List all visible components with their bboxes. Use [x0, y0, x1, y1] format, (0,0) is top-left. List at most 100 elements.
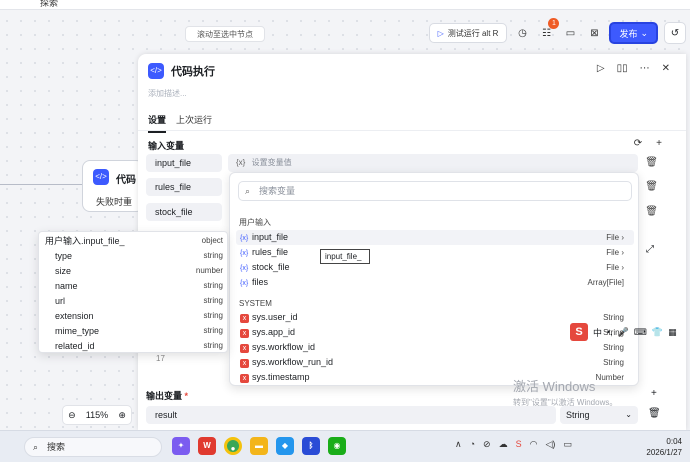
- variable-search-input[interactable]: ⌕ 搜索变量: [238, 181, 632, 201]
- checklist-icon[interactable]: ☷ 1: [537, 18, 560, 42]
- trash-icon[interactable]: 🗑: [648, 408, 661, 419]
- run-node-icon[interactable]: ▷: [597, 63, 605, 74]
- field-type: object: [201, 236, 223, 245]
- output-type-select[interactable]: String ⌄: [560, 406, 638, 424]
- sys-var-option[interactable]: x sys.workflow_id String: [236, 340, 634, 355]
- description-field[interactable]: 添加描述...: [148, 88, 187, 99]
- var-option-name: sys.app_id: [252, 327, 296, 337]
- wechat-icon[interactable]: ◉: [328, 437, 346, 455]
- field-type: string: [203, 311, 223, 320]
- zoom-in-icon[interactable]: ⊕: [118, 410, 126, 421]
- field-type: string: [203, 341, 223, 350]
- var-option-type: String: [603, 358, 624, 367]
- var-option-name: sys.workflow_run_id: [252, 357, 334, 367]
- wps-icon[interactable]: W: [198, 437, 216, 455]
- hover-tooltip: input_file_: [320, 249, 370, 264]
- docker-icon[interactable]: ◆: [276, 437, 294, 455]
- variable-icon: {x}: [240, 265, 249, 272]
- object-structure-popup: 用户输入.input_file_ object type string size nu…: [38, 231, 228, 353]
- mic-icon[interactable]: 🎤: [618, 327, 629, 338]
- tab-explore[interactable]: 探索: [40, 0, 58, 9]
- network-activity-icon[interactable]: ◔: [470, 439, 475, 450]
- var-option[interactable]: {x} files Array[File]: [236, 275, 634, 290]
- value-placeholder: 设置变量值: [251, 158, 292, 167]
- field-name: size: [55, 266, 72, 276]
- volume-icon[interactable]: ◁): [545, 439, 555, 450]
- more-icon[interactable]: ⋯: [640, 63, 650, 74]
- trash-icon[interactable]: 🗑: [645, 206, 658, 217]
- output-var-name[interactable]: result: [146, 406, 556, 424]
- punctuation-icon[interactable]: •,: [607, 327, 613, 337]
- top-tab-bar: 探索: [0, 0, 690, 10]
- tray-chevron-icon[interactable]: ∧: [455, 439, 462, 450]
- field-name: mime_type: [55, 326, 100, 336]
- taskbar-search[interactable]: ⌕ 搜索: [24, 437, 162, 457]
- system-variable-icon: x: [240, 344, 249, 353]
- sync-icon[interactable]: ⟳: [634, 138, 642, 149]
- var-option-name: sys.timestamp: [252, 372, 310, 382]
- field-name: 用户输入.input_file_: [45, 236, 125, 246]
- tabs-divider: [138, 130, 686, 131]
- var-option-type: Array[File]: [587, 278, 624, 287]
- var-option[interactable]: {x} input_file File ›: [236, 230, 634, 245]
- play-icon: ▷: [437, 28, 444, 38]
- input-var-name[interactable]: stock_file: [146, 203, 222, 221]
- skin-icon[interactable]: 👕: [652, 327, 663, 338]
- close-icon[interactable]: ✕: [662, 63, 670, 74]
- expand-icon[interactable]: ⤢: [646, 244, 654, 255]
- zoom-level[interactable]: 115%: [86, 410, 108, 420]
- code-icon: </>: [93, 169, 109, 185]
- system-variable-icon: x: [240, 314, 249, 323]
- output-type-value: String: [566, 410, 590, 420]
- toolbox-icon[interactable]: ▦: [668, 327, 677, 338]
- search-placeholder: 搜索变量: [259, 186, 296, 196]
- object-field-row: extension string: [45, 309, 223, 323]
- trash-icon[interactable]: 🗑: [645, 181, 658, 192]
- object-field-row: type string: [45, 249, 223, 263]
- variable-icon: {x}: [240, 280, 249, 287]
- scroll-to-selected-button[interactable]: 滚动至选中节点: [185, 26, 265, 42]
- input-var-name[interactable]: rules_file: [146, 178, 222, 196]
- code-node-card[interactable]: </> 代码 失败时重: [82, 160, 144, 212]
- help-book-icon[interactable]: ▯▯: [617, 63, 628, 74]
- bluetooth-tool-icon[interactable]: ᛒ: [302, 437, 320, 455]
- version-history-icon[interactable]: ↺: [664, 22, 686, 44]
- no-disturb-icon[interactable]: ⊘: [483, 439, 491, 450]
- panel-title[interactable]: 代码执行: [171, 63, 215, 79]
- conversation-variables-icon[interactable]: ⊠: [585, 24, 603, 42]
- cloud-icon[interactable]: ☁: [499, 439, 508, 450]
- field-name: related_id: [55, 341, 95, 351]
- zoom-out-icon[interactable]: ⊖: [68, 410, 76, 421]
- copilot-icon[interactable]: ✦: [172, 437, 190, 455]
- sys-var-option[interactable]: x sys.workflow_run_id String: [236, 355, 634, 370]
- windows-activation-watermark: 激活 Windows 转到"设置"以激活 Windows。: [513, 376, 617, 408]
- var-option-name: sys.workflow_id: [252, 342, 316, 352]
- trash-icon[interactable]: 🗑: [645, 157, 658, 168]
- wifi-icon[interactable]: ◠: [530, 439, 538, 450]
- add-output-icon[interactable]: +: [651, 388, 657, 399]
- var-option[interactable]: {x} stock_file File ›: [236, 260, 634, 275]
- clock-date: 2026/1/27: [646, 448, 682, 457]
- var-option-name: files: [252, 277, 269, 287]
- add-input-icon[interactable]: +: [656, 138, 662, 149]
- search-icon: ⌕: [33, 442, 39, 452]
- test-run-button[interactable]: ▷ 测试运行 alt R: [428, 23, 508, 43]
- var-option-name: stock_file: [252, 262, 290, 272]
- publish-button[interactable]: 发布 ⌄: [609, 22, 658, 44]
- var-option[interactable]: {x} rules_file File ›: [236, 245, 634, 260]
- file-explorer-icon[interactable]: ▬: [250, 437, 268, 455]
- chrome-icon[interactable]: ●: [224, 437, 242, 455]
- sogou-icon[interactable]: S: [570, 323, 588, 341]
- keyboard-icon[interactable]: ⌨: [634, 327, 647, 338]
- tray-sogou-icon[interactable]: S: [516, 439, 522, 450]
- taskbar-clock[interactable]: 0:04 2026/1/27: [640, 436, 682, 458]
- run-history-icon[interactable]: ◷: [513, 24, 531, 42]
- env-variables-icon[interactable]: ▭: [561, 24, 579, 42]
- var-option-type: File ›: [606, 233, 624, 242]
- input-var-value[interactable]: {x} 设置变量值: [228, 154, 638, 172]
- input-var-name[interactable]: input_file: [146, 154, 222, 172]
- ime-mode[interactable]: 中: [593, 326, 602, 339]
- battery-icon[interactable]: ▭: [563, 439, 572, 450]
- system-tray: ∧ ◔ ⊘ ☁ S ◠ ◁) ▭: [455, 439, 572, 450]
- checklist-badge: 1: [548, 18, 560, 29]
